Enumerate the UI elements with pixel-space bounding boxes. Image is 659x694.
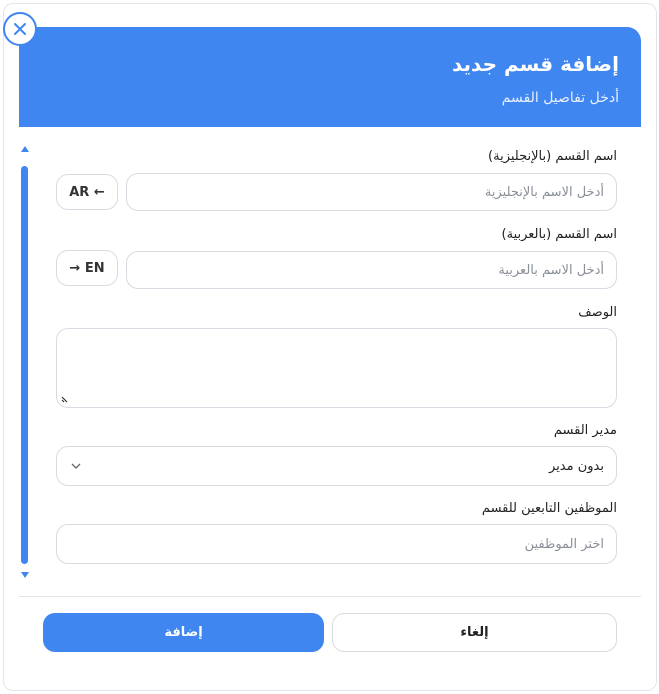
- scroll-down-icon[interactable]: [21, 572, 29, 578]
- employees-select[interactable]: اختر الموظفين: [56, 524, 617, 564]
- name-en-label: اسم القسم (بالإنجليزية): [488, 149, 617, 164]
- manager-selected-value: بدون مدير: [549, 458, 604, 474]
- translate-to-ar-button[interactable]: AR ←: [56, 174, 118, 210]
- employees-label: الموظفين التابعين للقسم: [481, 501, 617, 516]
- manager-select[interactable]: بدون مدير: [56, 446, 617, 486]
- resize-handle-icon[interactable]: [60, 394, 70, 404]
- scrollbar-thumb[interactable]: [21, 166, 28, 564]
- description-textarea[interactable]: [56, 328, 617, 408]
- footer-divider: [19, 596, 641, 597]
- scroll-up-icon[interactable]: [21, 146, 29, 152]
- scrollbar[interactable]: [20, 146, 32, 578]
- manager-label: مدير القسم: [553, 423, 617, 438]
- cancel-button[interactable]: إلغاء: [332, 613, 617, 652]
- dialog-header: إضافة قسم جديد أدخل تفاصيل القسم: [19, 27, 641, 127]
- chevron-down-icon: [71, 463, 81, 469]
- close-icon: [14, 23, 26, 35]
- name-ar-label: اسم القسم (بالعربية): [501, 227, 617, 242]
- name-en-input[interactable]: أدخل الاسم بالإنجليزية: [126, 173, 617, 211]
- dialog-subtitle: أدخل تفاصيل القسم: [501, 90, 619, 106]
- dialog-title: إضافة قسم جديد: [451, 52, 619, 76]
- translate-to-en-button[interactable]: → EN: [56, 250, 118, 286]
- description-label: الوصف: [578, 305, 617, 320]
- submit-button[interactable]: إضافة: [43, 613, 324, 652]
- close-button[interactable]: [3, 12, 37, 46]
- name-ar-input[interactable]: أدخل الاسم بالعربية: [126, 251, 617, 289]
